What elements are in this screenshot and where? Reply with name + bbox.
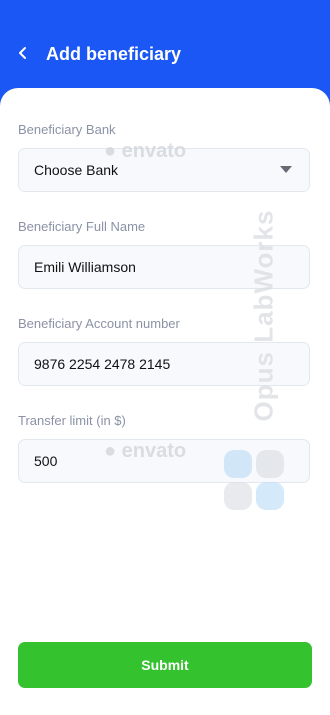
full-name-value: Emili Williamson: [34, 259, 136, 275]
bank-select[interactable]: Choose Bank: [18, 148, 310, 192]
arrow-left-icon: [19, 47, 26, 59]
transfer-limit-input[interactable]: 500: [18, 439, 310, 483]
page-title: Add beneficiary: [46, 44, 182, 64]
account-number-value: 9876 2254 2478 2145: [34, 356, 171, 372]
transfer-limit-value: 500: [34, 453, 58, 469]
back-button[interactable]: [12, 42, 34, 64]
bank-select-value: Choose Bank: [34, 162, 119, 178]
submit-button[interactable]: Submit: [18, 642, 312, 688]
bank-label: Beneficiary Bank: [18, 122, 116, 137]
account-number-input[interactable]: 9876 2254 2478 2145: [18, 342, 310, 386]
full-name-label: Beneficiary Full Name: [18, 219, 146, 234]
transfer-limit-label: Transfer limit (in $): [18, 413, 126, 428]
full-name-input[interactable]: Emili Williamson: [18, 245, 310, 289]
account-number-label: Beneficiary Account number: [18, 316, 180, 331]
chevron-down-icon: [278, 162, 294, 178]
